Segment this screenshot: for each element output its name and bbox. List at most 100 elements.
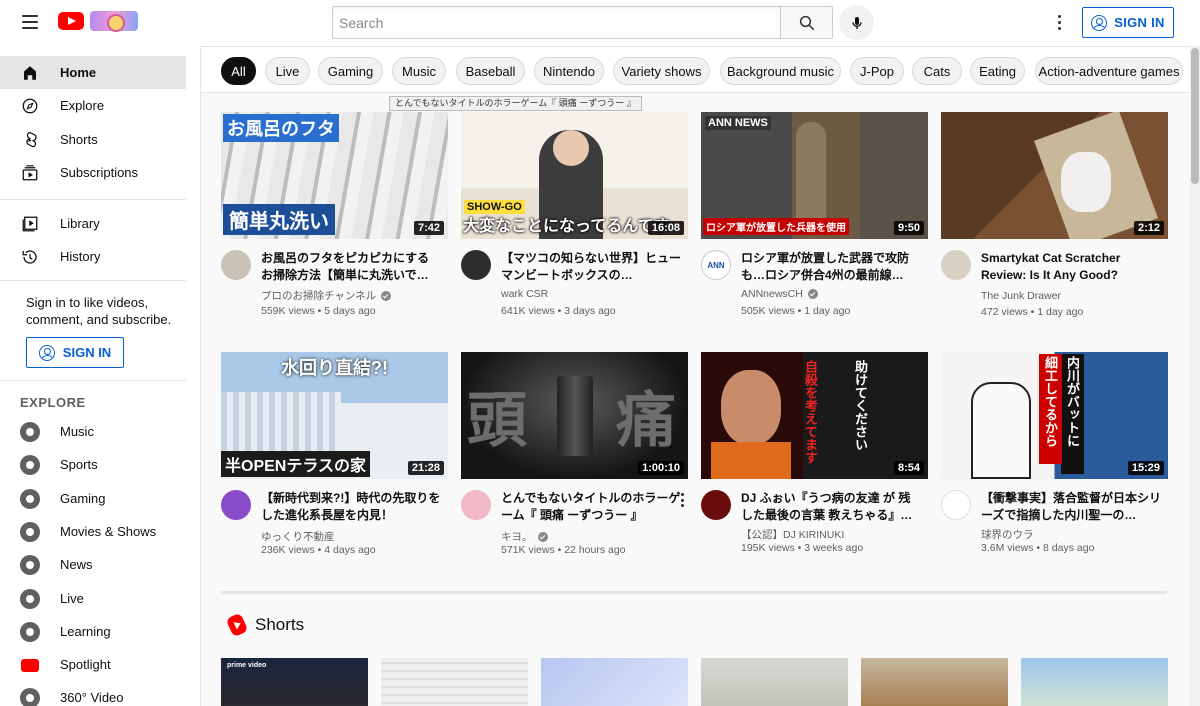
thumbnail-caption: 自殺を考えてます (803, 360, 818, 464)
video-card[interactable]: 内川がバットに 細工してるから 15:29 【衝撃事実】落合監督が日本シリーズで… (941, 352, 1168, 562)
chip-all[interactable]: All (221, 57, 256, 85)
video-thumbnail[interactable]: ANN NEWS ロシア軍が放置した兵器を使用 9:50 (701, 112, 928, 239)
page-scrollbar[interactable] (1190, 46, 1200, 706)
video-title[interactable]: Smartykat Cat Scratcher Review: Is It An… (981, 250, 1161, 284)
sign-in-label: SIGN IN (62, 345, 112, 360)
scrollbar-thumb[interactable] (1191, 48, 1199, 184)
thumbnail-caption: 助けてください (853, 360, 868, 451)
short-card[interactable]: prime video (221, 658, 368, 706)
video-duration: 9:50 (893, 221, 924, 235)
chip-music[interactable]: Music (392, 57, 446, 85)
video-card[interactable]: 2:12 Smartykat Cat Scratcher Review: Is … (941, 112, 1168, 322)
sidebar-item-sports[interactable]: Sports (0, 448, 186, 481)
video-title[interactable]: ロシア軍が放置した武器で攻防も…ロシア併合4州の最前線… (741, 250, 921, 284)
channel-name[interactable]: ゆっくり不動産 (261, 529, 335, 544)
chip-variety-shows[interactable]: Variety shows (613, 57, 710, 85)
chip-background-music[interactable]: Background music (720, 57, 841, 85)
video-title[interactable]: 【マツコの知らない世界】ヒューマンビートボックスの… (501, 250, 681, 284)
channel-avatar[interactable] (461, 250, 491, 280)
channel-avatar[interactable] (941, 250, 971, 280)
settings-menu-icon[interactable] (1052, 11, 1066, 33)
channel-name[interactable]: プロのお掃除チャンネル (261, 288, 392, 303)
chip-gaming[interactable]: Gaming (318, 57, 383, 85)
sidebar-item-library[interactable]: Library (0, 207, 186, 240)
channel-avatar[interactable]: ANN (701, 250, 731, 280)
video-title[interactable]: 【衝撃事実】落合監督が日本シリーズで指摘した内川聖一の… (981, 490, 1161, 524)
video-title[interactable]: お風呂のフタをピカピカにするお掃除方法【簡単に丸洗いで… (261, 250, 441, 284)
short-card[interactable] (701, 658, 848, 706)
video-title[interactable]: とんでもないタイトルのホラーゲーム『 頭痛 ーずつうー 』 (501, 490, 681, 524)
sidebar-item-home[interactable]: Home (0, 56, 186, 89)
video-menu-icon[interactable] (679, 492, 685, 508)
sidebar-item-label: Shorts (60, 132, 98, 147)
video-card[interactable]: 頭 痛 1:00:10 とんでもないタイトルのホラーゲーム『 頭痛 ーずつうー … (461, 352, 688, 562)
channel-name[interactable]: 【公認】DJ KIRINUKI (741, 527, 844, 542)
video-thumbnail[interactable]: 2:12 (941, 112, 1168, 239)
video-card[interactable]: ANN NEWS ロシア軍が放置した兵器を使用 9:50 ANN ロシア軍が放置… (701, 112, 928, 322)
menu-icon[interactable] (20, 12, 40, 32)
search-button[interactable] (780, 6, 833, 39)
video-card[interactable]: SHOW-GO 大変なことになってるんです 16:08 【マツコの知らない世界】… (461, 112, 688, 322)
chip-nintendo[interactable]: Nintendo (534, 57, 604, 85)
video-title[interactable]: 【新時代到来?!】時代の先取りをした進化系長屋を内見！ (261, 490, 441, 524)
channel-avatar[interactable] (941, 490, 971, 520)
channel-name[interactable]: wark CSR (501, 288, 548, 300)
channel-name[interactable]: The Junk Drawer (981, 290, 1061, 302)
channel-avatar[interactable] (221, 250, 251, 280)
video-card[interactable]: 水回り直結?! 半OPENテラスの家 21:28 【新時代到来?!】時代の先取り… (221, 352, 448, 562)
voice-search-button[interactable] (839, 5, 874, 40)
sidebar-item-live[interactable]: Live (0, 582, 186, 615)
chip-jpop[interactable]: J-Pop (850, 57, 904, 85)
short-card[interactable] (381, 658, 528, 706)
trophy-icon (20, 455, 40, 475)
chip-action-adventure-games[interactable]: Action-adventure games (1035, 57, 1183, 85)
sidebar-item-learning[interactable]: Learning (0, 615, 186, 648)
sidebar-item-movies-shows[interactable]: Movies & Shows (0, 515, 186, 548)
sidebar-item-shorts[interactable]: Shorts (0, 123, 186, 156)
thumbnail-caption: 内川がバットに (1061, 354, 1084, 474)
video-thumbnail[interactable]: お風呂のフタ 簡単丸洗い 7:42 (221, 112, 448, 239)
view-count: 195K views (741, 542, 795, 554)
sidebar-item-explore[interactable]: Explore (0, 89, 186, 122)
shorts-icon (20, 130, 40, 150)
sidebar-item-music[interactable]: Music (0, 415, 186, 448)
short-label: prime video (227, 662, 267, 669)
video-meta: 505K views • 1 day ago (741, 305, 851, 317)
sidebar: Home Explore Shorts Subscriptions Librar… (0, 46, 200, 706)
thumbnail-caption: 細工してるから (1039, 354, 1062, 464)
channel-name[interactable]: キヨ。 (501, 529, 548, 544)
sidebar-item-spotlight[interactable]: Spotlight (0, 648, 186, 681)
sidebar-item-news[interactable]: News (0, 548, 186, 581)
short-card[interactable] (1021, 658, 1168, 706)
sidebar-item-subscriptions[interactable]: Subscriptions (0, 156, 186, 189)
search-input[interactable] (332, 6, 781, 39)
video-thumbnail[interactable]: 助けてください 自殺を考えてます 8:54 (701, 352, 928, 479)
chip-eating[interactable]: Eating (970, 57, 1025, 85)
youtube-logo[interactable] (58, 11, 138, 32)
masthead: SIGN IN (0, 0, 1200, 46)
chip-baseball[interactable]: Baseball (456, 57, 525, 85)
short-card[interactable] (541, 658, 688, 706)
video-card[interactable]: お風呂のフタ 簡単丸洗い 7:42 お風呂のフタをピカピカにするお掃除方法【簡単… (221, 112, 448, 322)
chip-cats[interactable]: Cats (912, 57, 962, 85)
channel-name-text: プロのお掃除チャンネル (261, 290, 377, 302)
channel-avatar[interactable] (461, 490, 491, 520)
video-thumbnail[interactable]: 頭 痛 1:00:10 (461, 352, 688, 479)
channel-avatar[interactable] (221, 490, 251, 520)
video-card[interactable]: 助けてください 自殺を考えてます 8:54 DJ ふぉい『うつ病の友達 が 残し… (701, 352, 928, 562)
sidebar-item-label: Sports (60, 457, 98, 472)
video-thumbnail[interactable]: 内川がバットに 細工してるから 15:29 (941, 352, 1168, 479)
video-title[interactable]: DJ ふぉい『うつ病の友達 が 残した最後の言葉 教えちゃる』… (741, 490, 921, 524)
sidebar-item-gaming[interactable]: Gaming (0, 482, 186, 515)
video-thumbnail[interactable]: SHOW-GO 大変なことになってるんです 16:08 (461, 112, 688, 239)
short-card[interactable] (861, 658, 1008, 706)
channel-name[interactable]: 球界のウラ (981, 527, 1034, 542)
sidebar-sign-in-button[interactable]: SIGN IN (26, 337, 124, 368)
sidebar-item-history[interactable]: History (0, 240, 186, 273)
sign-in-button[interactable]: SIGN IN (1082, 7, 1174, 38)
chip-live[interactable]: Live (265, 57, 310, 85)
video-thumbnail[interactable]: 水回り直結?! 半OPENテラスの家 21:28 (221, 352, 448, 479)
channel-avatar[interactable] (701, 490, 731, 520)
sidebar-item-360-video[interactable]: 360° Video (0, 681, 186, 706)
channel-name[interactable]: ANNnewsCH (741, 288, 818, 300)
